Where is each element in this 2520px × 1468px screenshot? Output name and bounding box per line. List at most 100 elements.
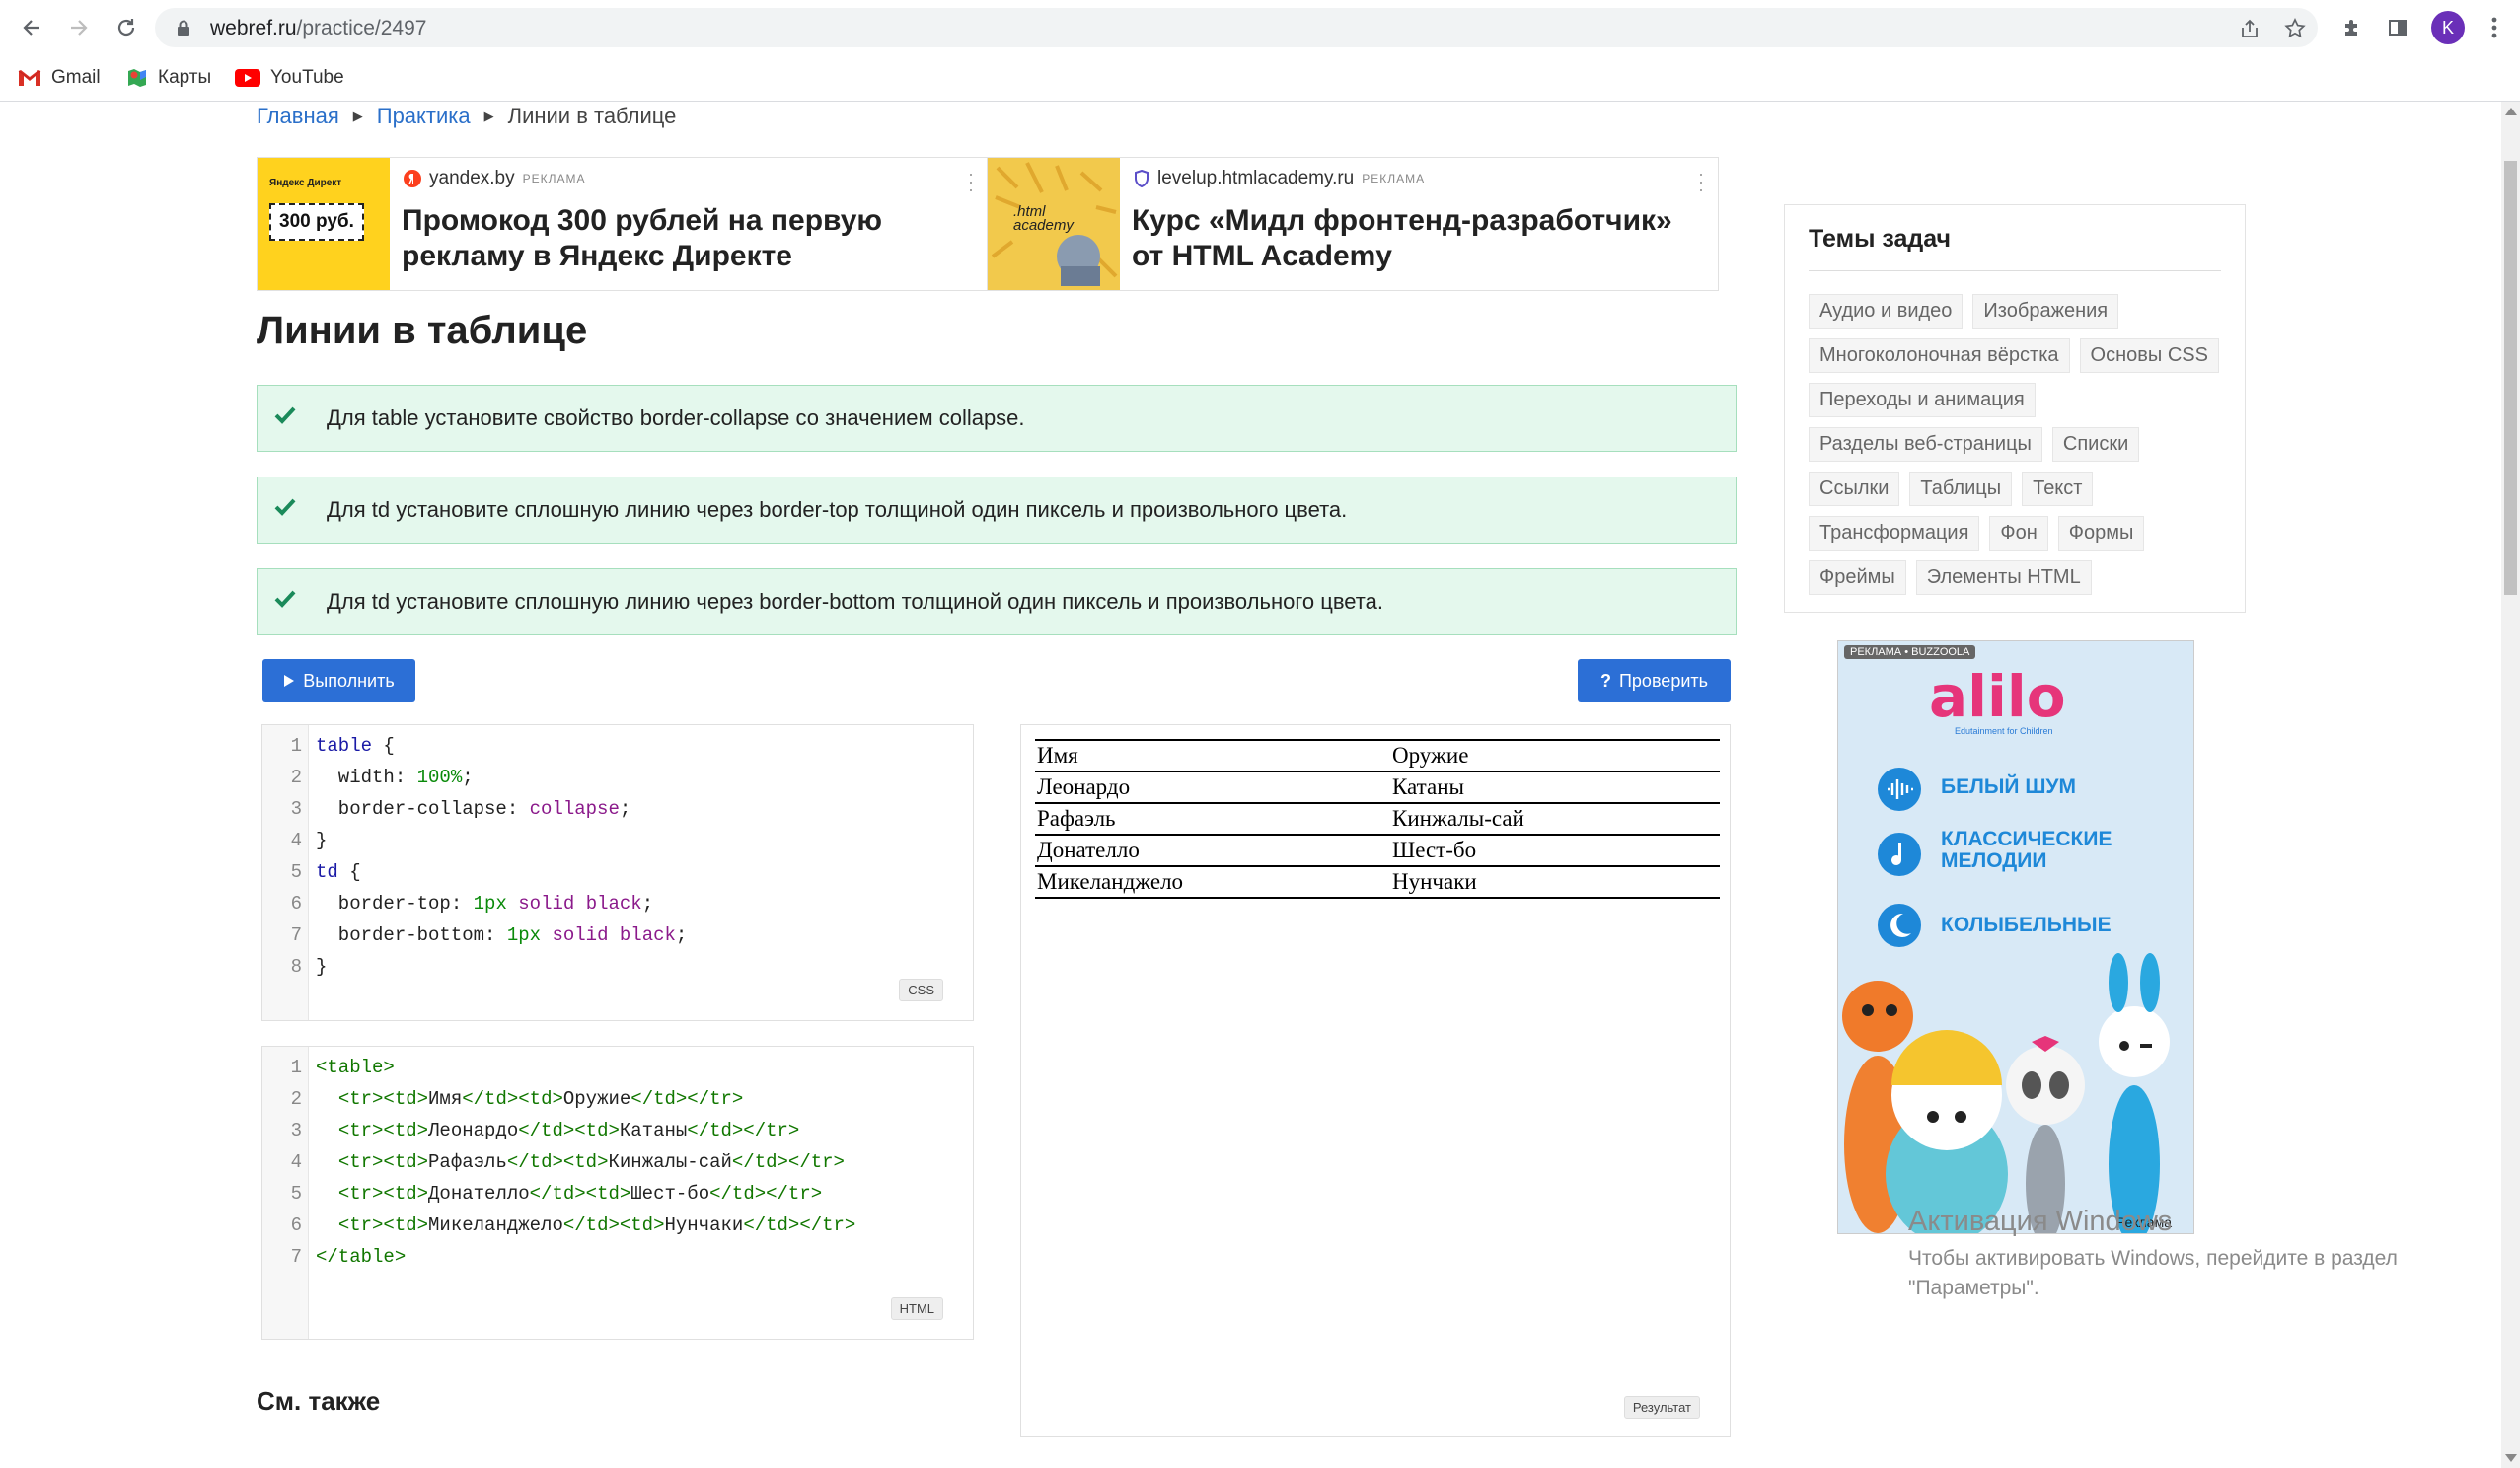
topic-tag[interactable]: Основы CSS [2079,338,2219,373]
run-button-label: Выполнить [303,670,395,691]
url-path: /practice/2497 [296,17,427,39]
task-item: Для table установите свойство border-col… [257,385,1737,452]
bookmarks-bar: Gmail Карты YouTube [0,55,2520,102]
forward-arrow-icon [71,20,88,36]
topic-tag[interactable]: Формы [2057,516,2145,550]
topic-tag[interactable]: Разделы веб-страницы [1809,427,2042,462]
ad-htmlacademy-image: .html academy [988,158,1120,290]
page-scrollbar[interactable] [2501,102,2520,1468]
ad-yandex[interactable]: Яндекс Директ 300 руб. yandex.by РЕКЛАМА… [257,157,989,291]
topic-tag[interactable]: Переходы и анимация [1809,383,2036,417]
topic-tag[interactable]: Таблицы [1909,472,2013,506]
share-button[interactable] [2235,18,2264,39]
share-icon [2242,19,2258,37]
breadcrumb-home-link[interactable]: Главная [257,104,339,129]
table-row: Донателло Шест-бо [1035,834,1720,867]
side-ad-banner[interactable]: РЕКЛАМА • BUZZOOLA alilo Edutainment for… [1837,640,2194,1234]
ad-source-host: yandex.by [429,168,515,188]
bookmark-gmail[interactable]: Gmail [18,63,101,93]
run-button[interactable]: Выполнить [262,659,415,702]
music-note-icon [1878,833,1921,876]
topic-tag[interactable]: Элементы HTML [1915,560,2092,595]
ad-image-caption: Яндекс Директ [269,178,342,188]
result-badge: Результат [1623,1396,1700,1419]
sound-wave-icon [1878,768,1921,811]
browser-toolbar: webref.ru/practice/2497 K [0,0,2520,55]
topic-tag[interactable]: Текст [2022,472,2094,506]
table-cell: Кинжалы-сай [1390,802,1720,836]
question-icon: ? [1599,670,1611,691]
check-button-label: Проверить [1618,670,1709,691]
css-language-badge: CSS [899,979,943,1001]
reload-button[interactable] [109,10,144,45]
avatar-initial: K [2441,17,2454,37]
url-host: webref.ru [210,17,297,39]
topic-tag[interactable]: Аудио и видео [1809,294,1964,329]
task-item: Для td установите сплошную линию через b… [257,477,1737,544]
gmail-icon [18,70,41,86]
table-cell: Катаны [1390,771,1720,804]
yandex-icon [404,170,421,187]
bookmark-maps[interactable]: Карты [126,63,211,93]
check-icon [274,406,296,424]
result-table: Имя Оружие Леонардо Катаны Рафаэль Кинжалы-… [1035,739,1720,899]
breadcrumb-practice-link[interactable]: Практика [377,104,471,129]
page-title: Линии в таблице [257,309,588,352]
menu-button[interactable] [2479,12,2510,43]
windows-activation-watermark: Активация Windows Чтобы активировать Win… [1908,1206,2398,1303]
star-icon [2284,18,2306,38]
back-button[interactable] [14,10,49,45]
breadcrumb-separator-icon: ▶ [352,109,363,123]
ad-image-text: .html academy [1013,203,1074,234]
bookmark-youtube[interactable]: YouTube [235,63,344,93]
ad-menu-icon[interactable]: · · · [1698,165,1704,198]
see-also-heading: См. также [257,1386,381,1416]
profile-avatar[interactable]: K [2431,11,2465,44]
scroll-up-icon[interactable] [2505,108,2517,115]
ad-title[interactable]: Промокод 300 рублей на первую рекламу в … [402,203,974,274]
extensions-button[interactable] [2336,12,2368,43]
more-vert-icon [2491,17,2497,38]
ad-menu-icon[interactable]: · · · [968,165,974,198]
ad-badge: РЕКЛАМА [1362,172,1426,185]
table-row: Микеланджело Нунчаки [1035,865,1720,899]
css-editor[interactable]: 1 table { 2 width: 100%; 3 border-collaps… [261,724,974,1021]
topic-tag[interactable]: Многоколоночная вёрстка [1809,338,2070,373]
forward-button[interactable] [61,10,97,45]
divider [1809,270,2221,271]
table-cell: Микеланджело [1035,865,1390,899]
topic-tag[interactable]: Ссылки [1809,472,1900,506]
bookmark-star-button[interactable] [2280,18,2310,39]
watermark-line: "Параметры". [1908,1277,2039,1299]
scroll-down-icon[interactable] [2505,1454,2517,1462]
side-panel-icon [2389,20,2407,36]
ad-title[interactable]: Курс «Мидл фронтенд-разработчик» от HTML… [1132,203,1704,274]
side-ad-item: БЕЛЫЙ ШУМ [1941,775,2076,798]
bookmark-label: Gmail [51,67,101,88]
toys-illustration [1842,953,2170,1233]
watermark-line: Чтобы активировать Windows, перейдите в … [1908,1247,2398,1270]
task-text: Для td установите сплошную линию через b… [327,497,1348,522]
html-editor[interactable]: 1 <table> 2 <tr><td>Имя</td><td>Оружие</t… [261,1046,974,1340]
puzzle-icon [2345,20,2357,36]
table-cell: Оружие [1390,739,1720,772]
ad-htmlacademy[interactable]: .html academy levelup.htmlacademy.ru РЕК… [987,157,1719,291]
play-icon [284,675,295,687]
scroll-thumb[interactable] [2504,161,2517,595]
topic-tag[interactable]: Трансформация [1809,516,1980,550]
breadcrumb: Главная ▶ Практика ▶ Линии в таблице [257,102,676,131]
topic-tag[interactable]: Фреймы [1809,560,1906,595]
side-panel-button[interactable] [2382,12,2413,43]
side-ad-brand: alilo [1929,663,2066,730]
topic-tag[interactable]: Изображения [1972,294,2119,329]
address-bar[interactable]: webref.ru/practice/2497 [155,8,2318,47]
ad-source-host: levelup.htmlacademy.ru [1157,168,1355,188]
back-arrow-icon [23,20,39,36]
check-icon [274,498,296,516]
ad-yandex-image: Яндекс Директ 300 руб. [258,158,390,290]
check-button[interactable]: ? Проверить [1578,659,1731,702]
task-text: Для td установите сплошную линию через b… [327,589,1383,614]
topic-tag[interactable]: Фон [1989,516,2048,550]
watermark-title: Активация Windows [1908,1206,2173,1237]
topic-tag[interactable]: Списки [2051,427,2140,462]
